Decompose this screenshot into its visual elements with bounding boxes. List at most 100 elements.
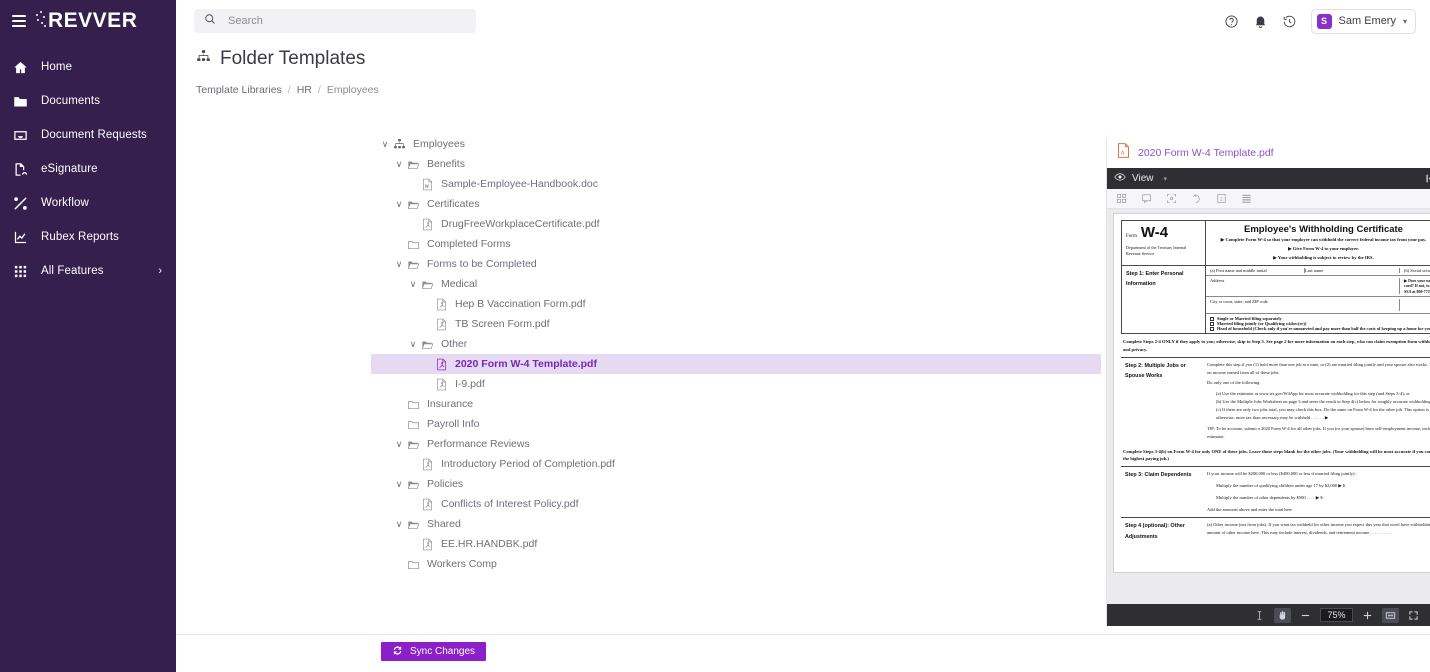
- page-header: Folder Templates Template Libraries / HR…: [176, 42, 1430, 96]
- user-menu[interactable]: S Sam Emery ▾: [1310, 8, 1416, 34]
- tree-item[interactable]: ∨ Other: [371, 334, 1101, 354]
- rotate-icon[interactable]: [1191, 193, 1202, 204]
- help-icon[interactable]: [1224, 13, 1240, 29]
- pdf-file-name[interactable]: 2020 Form W-4 Template.pdf: [1138, 147, 1274, 159]
- tree-twisty-expanded-icon[interactable]: ∨: [407, 279, 419, 290]
- thumbnails-icon[interactable]: [1116, 193, 1127, 204]
- pdf-toolbar-primary: View ▾ 1 of 4: [1107, 168, 1430, 189]
- tree-item[interactable]: Workers Comp: [371, 554, 1101, 574]
- tree-item[interactable]: ∨ Certificates: [371, 194, 1101, 214]
- sidebar-item-document-requests[interactable]: Document Requests: [0, 118, 176, 152]
- notifications-bell-icon[interactable]: [1253, 13, 1269, 29]
- hamburger-menu-icon[interactable]: [12, 15, 26, 27]
- w4-complete-note: Complete Steps 2-4 ONLY if they apply to…: [1123, 339, 1430, 352]
- tree-item[interactable]: Payroll Info: [371, 414, 1101, 434]
- tree-twisty-expanded-icon[interactable]: ∨: [393, 199, 405, 210]
- sidebar-item-esignature[interactable]: eSignature: [0, 152, 176, 186]
- w4-step4-body: (a) Other income (not from jobs). If you…: [1205, 518, 1430, 545]
- tree-twisty-expanded-icon[interactable]: ∨: [393, 159, 405, 170]
- w4-step34-note: Complete Steps 3-4(b) on Form W-4 for on…: [1123, 448, 1430, 461]
- sidebar-item-all-features[interactable]: All Features ›: [0, 254, 176, 288]
- tree-item-label: TB Screen Form.pdf: [455, 318, 550, 330]
- view-dropdown[interactable]: View ▾: [1114, 170, 1167, 188]
- tree-item[interactable]: EE.HR.HANDBK.pdf: [371, 534, 1101, 554]
- first-page-button[interactable]: [1425, 174, 1430, 183]
- pdf-toolbar-bottom: 75%: [1107, 604, 1430, 626]
- comment-icon[interactable]: [1141, 193, 1152, 204]
- zoom-in-icon[interactable]: [1362, 610, 1373, 621]
- tree-twisty-expanded-icon[interactable]: ∨: [393, 259, 405, 270]
- w4-step2-c: (c) If there are only two jobs total, yo…: [1216, 407, 1430, 420]
- text-list-icon[interactable]: [1241, 193, 1252, 204]
- logo-dots-icon: [36, 11, 46, 31]
- sidebar-item-workflow[interactable]: Workflow: [0, 186, 176, 220]
- sidebar-item-label: Documents: [41, 95, 101, 107]
- history-icon[interactable]: [1282, 13, 1298, 29]
- w4-step2-a: (a) Use the estimator at www.irs.gov/W4A…: [1216, 391, 1410, 397]
- zoom-level[interactable]: 75%: [1320, 608, 1353, 622]
- sidebar-item-rubex-reports[interactable]: Rubex Reports: [0, 220, 176, 254]
- tree-item[interactable]: Insurance: [371, 394, 1101, 414]
- tree-twisty-expanded-icon[interactable]: ∨: [407, 339, 419, 350]
- sidebar-item-label: Workflow: [41, 197, 89, 209]
- tree-item[interactable]: Introductory Period of Completion.pdf: [371, 454, 1101, 474]
- zoom-out-icon[interactable]: [1300, 610, 1311, 621]
- tree-item[interactable]: TB Screen Form.pdf: [371, 314, 1101, 334]
- w4-step3-body: If your income will be $200,000 or less …: [1205, 467, 1430, 518]
- tree-item[interactable]: ∨ Shared: [371, 514, 1101, 534]
- tree-item-selected[interactable]: 2020 Form W-4 Template.pdf: [371, 354, 1101, 374]
- page-fit-icon[interactable]: 2: [1216, 193, 1227, 204]
- checkbox-single-icon[interactable]: [1210, 316, 1214, 321]
- sync-changes-label: Sync Changes: [410, 646, 476, 657]
- tree-item[interactable]: ∨ Benefits: [371, 154, 1101, 174]
- tree-item[interactable]: ∨ Policies: [371, 474, 1101, 494]
- fullscreen-icon[interactable]: [1408, 610, 1419, 621]
- tree-item[interactable]: I-9.pdf: [371, 374, 1101, 394]
- search-input[interactable]: Search: [194, 9, 476, 33]
- breadcrumb-item[interactable]: HR: [297, 84, 312, 96]
- text-cursor-icon[interactable]: [1254, 610, 1265, 621]
- brand-name: REVVER: [48, 9, 138, 32]
- breadcrumb-item[interactable]: Template Libraries: [196, 84, 282, 96]
- tree-item[interactable]: ∨ Medical: [371, 274, 1101, 294]
- tree-item[interactable]: Completed Forms: [371, 234, 1101, 254]
- tree-twisty-expanded-icon[interactable]: ∨: [393, 479, 405, 490]
- checkbox-hoh-icon[interactable]: [1210, 326, 1214, 331]
- w4-step2-b: (b) Use the Multiple Jobs Worksheet on p…: [1216, 399, 1430, 405]
- tree-item[interactable]: Hep B Vaccination Form.pdf: [371, 294, 1101, 314]
- tree-item[interactable]: ∨ Forms to be Completed: [371, 254, 1101, 274]
- tree-twisty-expanded-icon[interactable]: ∨: [379, 139, 391, 150]
- revver-logo[interactable]: REVVER: [36, 9, 137, 33]
- sidebar-item-documents[interactable]: Documents: [0, 84, 176, 118]
- sitemap-icon: [196, 49, 211, 69]
- tree-item[interactable]: Conflicts of Interest Policy.pdf: [371, 494, 1101, 514]
- select-area-icon[interactable]: [1166, 193, 1177, 204]
- folder-open-icon: [419, 338, 435, 351]
- tree-twisty-expanded-icon[interactable]: ∨: [393, 519, 405, 530]
- search-placeholder: Search: [228, 15, 263, 27]
- fit-width-icon[interactable]: [1381, 607, 1399, 623]
- sync-changes-button[interactable]: Sync Changes: [381, 642, 487, 661]
- tree-item-label: Payroll Info: [427, 418, 480, 430]
- w4-city-row: City or town, state, and ZIP code: [1206, 297, 1430, 315]
- tree-item[interactable]: ∨ Employees: [371, 134, 1101, 154]
- sidebar-item-home[interactable]: Home: [0, 50, 176, 84]
- signature-icon: [12, 161, 29, 178]
- top-bar: Search S Sam Emery ▾: [176, 0, 1430, 42]
- tree-item[interactable]: ∨ Performance Reviews: [371, 434, 1101, 454]
- checkbox-joint-icon[interactable]: [1210, 321, 1214, 326]
- tree-item-label: Other: [441, 338, 468, 350]
- hand-tool-icon[interactable]: [1274, 607, 1292, 623]
- folder-open-icon: [405, 258, 421, 271]
- tree-item-label: Sample-Employee-Handbook.doc: [441, 178, 599, 190]
- main-content: Search S Sam Emery ▾ Folder Templates Te…: [176, 0, 1430, 672]
- pdf-page-viewport[interactable]: Form W-4 Department of the Treasury Inte…: [1107, 209, 1430, 604]
- tree-twisty-expanded-icon[interactable]: ∨: [393, 439, 405, 450]
- sidebar-item-label: Document Requests: [41, 129, 147, 141]
- tree-item[interactable]: Sample-Employee-Handbook.doc: [371, 174, 1101, 194]
- svg-text:2: 2: [1220, 196, 1223, 201]
- chevron-right-icon: ›: [158, 265, 162, 277]
- w4-step1-fields: (a) First name and middle initial Last n…: [1206, 266, 1430, 334]
- tree-item-label: Benefits: [427, 158, 465, 170]
- tree-item[interactable]: DrugFreeWorkplaceCertificate.pdf: [371, 214, 1101, 234]
